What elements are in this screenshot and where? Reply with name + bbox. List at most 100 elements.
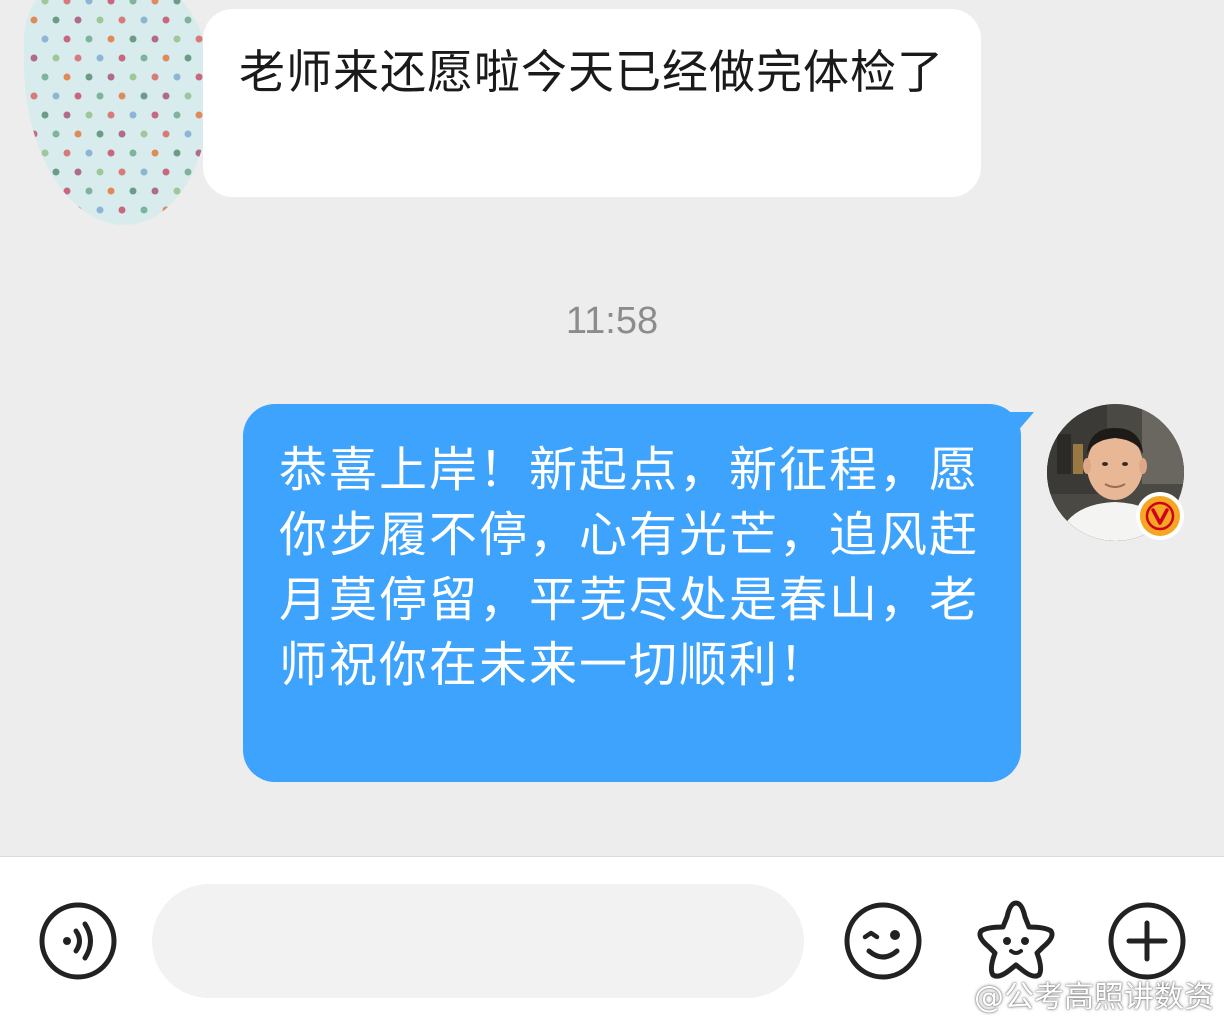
pattern-dot xyxy=(52,54,60,62)
pattern-dot xyxy=(30,130,38,138)
pattern-dot xyxy=(195,187,203,195)
emoji-icon[interactable] xyxy=(843,901,923,981)
pattern-dot xyxy=(140,130,148,138)
pattern-dot xyxy=(41,149,49,157)
pattern-dot xyxy=(107,149,115,157)
pattern-dot xyxy=(74,54,82,62)
pattern-dot xyxy=(63,0,71,5)
pattern-dot xyxy=(151,187,159,195)
outgoing-message-bubble[interactable]: 恭喜上岸！新起点，新征程，愿你步履不停，心有光芒，追风赶月莫停留，平芜尽处是春山… xyxy=(243,404,1021,782)
sticker-icon[interactable] xyxy=(973,897,1059,983)
incoming-message-bubble[interactable]: 老师来还愿啦今天已经做完体检了 xyxy=(203,9,981,197)
pattern-dot xyxy=(41,111,49,119)
pattern-dot xyxy=(107,0,115,5)
pattern-dot xyxy=(63,149,71,157)
pattern-dot xyxy=(151,149,159,157)
pattern-dot xyxy=(129,111,137,119)
polka-dot-pattern xyxy=(30,0,203,214)
pattern-dot xyxy=(129,0,137,5)
pattern-dot xyxy=(151,35,159,43)
pattern-dot xyxy=(129,35,137,43)
pattern-dot xyxy=(63,73,71,81)
pattern-dot xyxy=(107,111,115,119)
pattern-dot xyxy=(30,206,38,214)
pattern-dot xyxy=(74,168,82,176)
pattern-dot xyxy=(129,149,137,157)
pattern-dot xyxy=(96,16,104,24)
pattern-dot xyxy=(140,54,148,62)
pattern-dot xyxy=(184,16,192,24)
pattern-dot xyxy=(162,92,170,100)
weibo-logo-icon xyxy=(930,979,968,1009)
pattern-dot xyxy=(173,73,181,81)
pattern-dot xyxy=(162,206,170,214)
pattern-dot xyxy=(140,168,148,176)
pattern-dot xyxy=(41,0,49,5)
pattern-dot xyxy=(63,111,71,119)
message-timestamp: 11:58 xyxy=(565,300,659,342)
pattern-dot xyxy=(118,130,126,138)
sender-avatar[interactable] xyxy=(24,0,209,225)
pattern-dot xyxy=(74,92,82,100)
pattern-dot xyxy=(129,187,137,195)
pattern-dot xyxy=(107,73,115,81)
pattern-dot xyxy=(96,130,104,138)
pattern-dot xyxy=(118,92,126,100)
pattern-dot xyxy=(184,54,192,62)
pattern-dot xyxy=(74,206,82,214)
watermark-text: @公考高照讲数资 xyxy=(974,980,1214,1015)
pattern-dot xyxy=(195,73,203,81)
pattern-dot xyxy=(41,73,49,81)
pattern-dot xyxy=(118,206,126,214)
pattern-dot xyxy=(96,54,104,62)
pattern-dot xyxy=(52,206,60,214)
pattern-dot xyxy=(118,168,126,176)
pattern-dot xyxy=(85,0,93,5)
pattern-dot xyxy=(85,149,93,157)
message-input[interactable] xyxy=(152,884,804,998)
pattern-dot xyxy=(30,92,38,100)
voice-icon[interactable] xyxy=(38,901,118,981)
pattern-dot xyxy=(52,130,60,138)
plus-icon[interactable] xyxy=(1107,901,1187,981)
pattern-dot xyxy=(85,73,93,81)
pattern-dot xyxy=(184,130,192,138)
pattern-dot xyxy=(173,187,181,195)
pattern-dot xyxy=(118,16,126,24)
pattern-dot xyxy=(151,0,159,5)
pattern-dot xyxy=(52,168,60,176)
pattern-dot xyxy=(74,16,82,24)
pattern-dot xyxy=(162,168,170,176)
pattern-dot xyxy=(118,54,126,62)
pattern-dot xyxy=(107,187,115,195)
pattern-dot xyxy=(30,54,38,62)
pattern-dot xyxy=(41,35,49,43)
pattern-dot xyxy=(63,187,71,195)
pattern-dot xyxy=(85,35,93,43)
pattern-dot xyxy=(96,92,104,100)
pattern-dot xyxy=(85,187,93,195)
pattern-dot xyxy=(85,111,93,119)
incoming-message-text: 老师来还愿啦今天已经做完体检了 xyxy=(239,45,944,99)
pattern-dot xyxy=(63,35,71,43)
chat-screen: 老师来还愿啦今天已经做完体检了 11:58 恭喜上岸！新起点，新征程，愿你步履不… xyxy=(0,0,1224,1026)
outgoing-message-text: 恭喜上岸！新起点，新征程，愿你步履不停，心有光芒，追风赶月莫停留，平芜尽处是春山… xyxy=(279,442,980,693)
pattern-dot xyxy=(74,130,82,138)
pattern-dot xyxy=(195,0,203,5)
pattern-dot xyxy=(173,111,181,119)
pattern-dot xyxy=(162,54,170,62)
pattern-dot xyxy=(96,168,104,176)
bubble-tail xyxy=(1010,412,1034,440)
message-list[interactable]: 老师来还愿啦今天已经做完体检了 11:58 恭喜上岸！新起点，新征程，愿你步履不… xyxy=(0,0,1224,856)
pattern-dot xyxy=(30,168,38,176)
pattern-dot xyxy=(195,149,203,157)
pattern-dot xyxy=(162,130,170,138)
pattern-dot xyxy=(96,206,104,214)
pattern-dot xyxy=(151,111,159,119)
pattern-dot xyxy=(140,92,148,100)
pattern-dot xyxy=(173,0,181,5)
pattern-dot xyxy=(52,16,60,24)
pattern-dot xyxy=(184,168,192,176)
pattern-dot xyxy=(129,73,137,81)
verified-badge-icon xyxy=(1136,492,1184,540)
